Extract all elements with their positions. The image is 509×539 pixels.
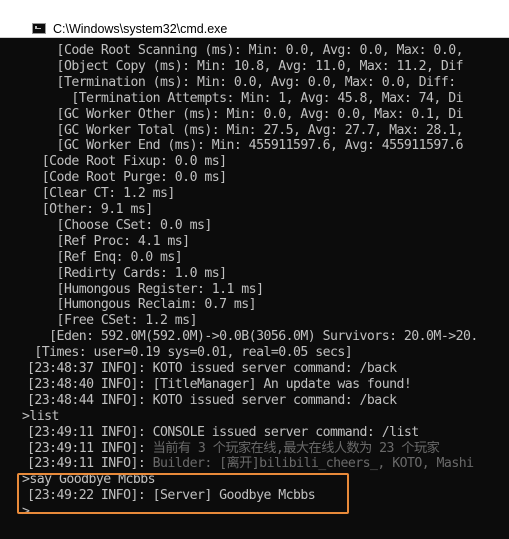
- console-line: [Redirty Cards: 1.0 ms]: [27, 265, 228, 281]
- console-line: [GC Worker End (ms): Min: 455911597.6, A…: [27, 138, 464, 154]
- window-title: C:\Windows\system32\cmd.exe: [53, 22, 228, 36]
- console-line: >: [22, 504, 30, 520]
- console-line: [Termination Attempts: Min: 1, Avg: 45.8…: [27, 90, 463, 106]
- console-line: [Times: user=0.19 sys=0.01, real=0.05 se…: [27, 345, 353, 361]
- console-line: >list: [22, 408, 60, 424]
- console-line: [Clear CT: 1.2 ms]: [27, 186, 176, 202]
- console-line: [23:48:44 INFO]: KOTO issued server comm…: [27, 392, 397, 408]
- console-line: [Code Root Scanning (ms): Min: 0.0, Avg:…: [27, 43, 464, 58]
- console-line: [Object Copy (ms): Min: 10.8, Avg: 11.0,…: [27, 58, 464, 74]
- console-output[interactable]: [Code Root Scanning (ms): Min: 0.0, Avg:…: [0, 38, 509, 539]
- console-line: [Code Root Purge: 0.0 ms]: [27, 170, 227, 186]
- console-line: [Humongous Register: 1.1 ms]: [27, 281, 264, 297]
- console-line: [23:49:11 INFO]: Builder: [离开]bilibili_c…: [27, 456, 474, 472]
- console-line: [Free CSet: 1.2 ms]: [27, 313, 198, 329]
- console-line: [23:48:37 INFO]: KOTO issued server comm…: [27, 361, 397, 376]
- console-line: [Ref Proc: 4.1 ms]: [27, 233, 191, 249]
- console-line: [GC Worker Other (ms): Min: 0.0, Avg: 0.…: [27, 106, 464, 122]
- console-line: [Humongous Reclaim: 0.7 ms]: [27, 297, 257, 313]
- console-line: [Eden: 592.0M(592.0M)->0.0B(3056.0M) Sur…: [27, 329, 478, 345]
- console-line: >say Goodbye Mcbbs: [22, 472, 156, 488]
- title-bar[interactable]: C:\Windows\system32\cmd.exe: [0, 0, 509, 38]
- console-line: [Termination (ms): Min: 0.0, Avg: 0.0, M…: [27, 74, 463, 90]
- console-line: [23:49:11 INFO]: 当前有 3 个玩家在线,最大在线人数为 23 …: [27, 440, 440, 456]
- console-line: [Code Root Fixup: 0.0 ms]: [27, 154, 227, 170]
- console-line: [Choose CSet: 0.0 ms]: [27, 217, 213, 233]
- console-line: [GC Worker Total (ms): Min: 27.5, Avg: 2…: [27, 122, 464, 138]
- console-line: [Ref Enq: 0.0 ms]: [27, 249, 183, 265]
- console-line: [23:49:22 INFO]: [Server] Goodbye Mcbbs: [27, 488, 316, 504]
- console-line: [23:48:40 INFO]: [TitleManager] An updat…: [27, 376, 412, 392]
- cmd-icon: [32, 23, 46, 34]
- console-line: [Other: 9.1 ms]: [27, 202, 153, 217]
- console-line: [23:49:11 INFO]: CONSOLE issued server c…: [27, 424, 419, 440]
